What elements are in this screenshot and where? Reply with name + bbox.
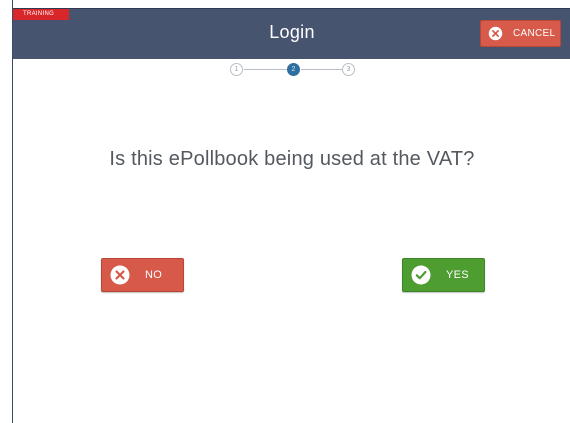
close-circle-icon [488, 26, 503, 41]
progress-stepper: 1 2 3 [230, 62, 356, 78]
check-circle-icon [411, 265, 431, 285]
step-2-indicator: 2 [287, 63, 300, 76]
vat-question: Is this ePollbook being used at the VAT? [109, 148, 475, 170]
cancel-button[interactable]: CANCEL [480, 20, 561, 47]
header-bar: TRAINING Login CANCEL [13, 8, 570, 59]
app-frame: TRAINING Login CANCEL 1 2 3 Is this ePol… [12, 0, 570, 423]
yes-button-label: YES [446, 269, 469, 281]
no-button[interactable]: NO [101, 258, 184, 292]
cancel-button-label: CANCEL [513, 28, 556, 39]
no-button-label: NO [145, 269, 163, 281]
training-badge: TRAINING [13, 9, 69, 20]
step-connector [244, 69, 287, 70]
step-connector [301, 69, 342, 70]
close-circle-icon [110, 265, 130, 285]
step-3-indicator: 3 [342, 63, 355, 76]
step-1-indicator: 1 [230, 63, 243, 76]
yes-button[interactable]: YES [402, 258, 485, 292]
